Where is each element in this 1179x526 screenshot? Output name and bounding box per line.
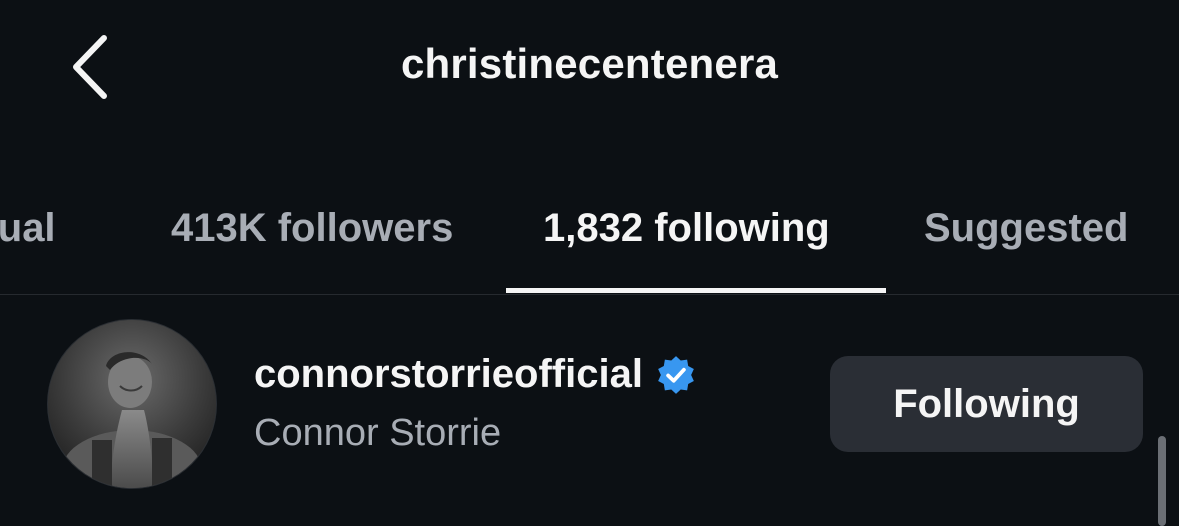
tab-followers[interactable]: 413K followers <box>171 206 453 251</box>
list-item[interactable]: connorstorrieofficial Connor Storrie Fol… <box>0 300 1179 521</box>
tab-suggested[interactable]: Suggested <box>924 206 1128 251</box>
tab-mutual[interactable]: utual <box>0 206 56 251</box>
tab-following[interactable]: 1,832 following <box>543 206 830 251</box>
verified-badge-icon <box>658 355 694 394</box>
username[interactable]: connorstorrieofficial <box>254 352 643 397</box>
active-tab-indicator <box>506 288 886 293</box>
top-bar: christinecentenera <box>0 0 1179 140</box>
page-title: christinecentenera <box>400 40 779 87</box>
following-button[interactable]: Following <box>830 356 1143 452</box>
full-name: Connor Storrie <box>254 412 502 454</box>
username-line: connorstorrieofficial <box>254 352 697 397</box>
scrollbar[interactable] <box>1158 436 1166 526</box>
tab-bar: utual 413K followers 1,832 following Sug… <box>0 160 1179 295</box>
avatar[interactable] <box>48 320 216 488</box>
